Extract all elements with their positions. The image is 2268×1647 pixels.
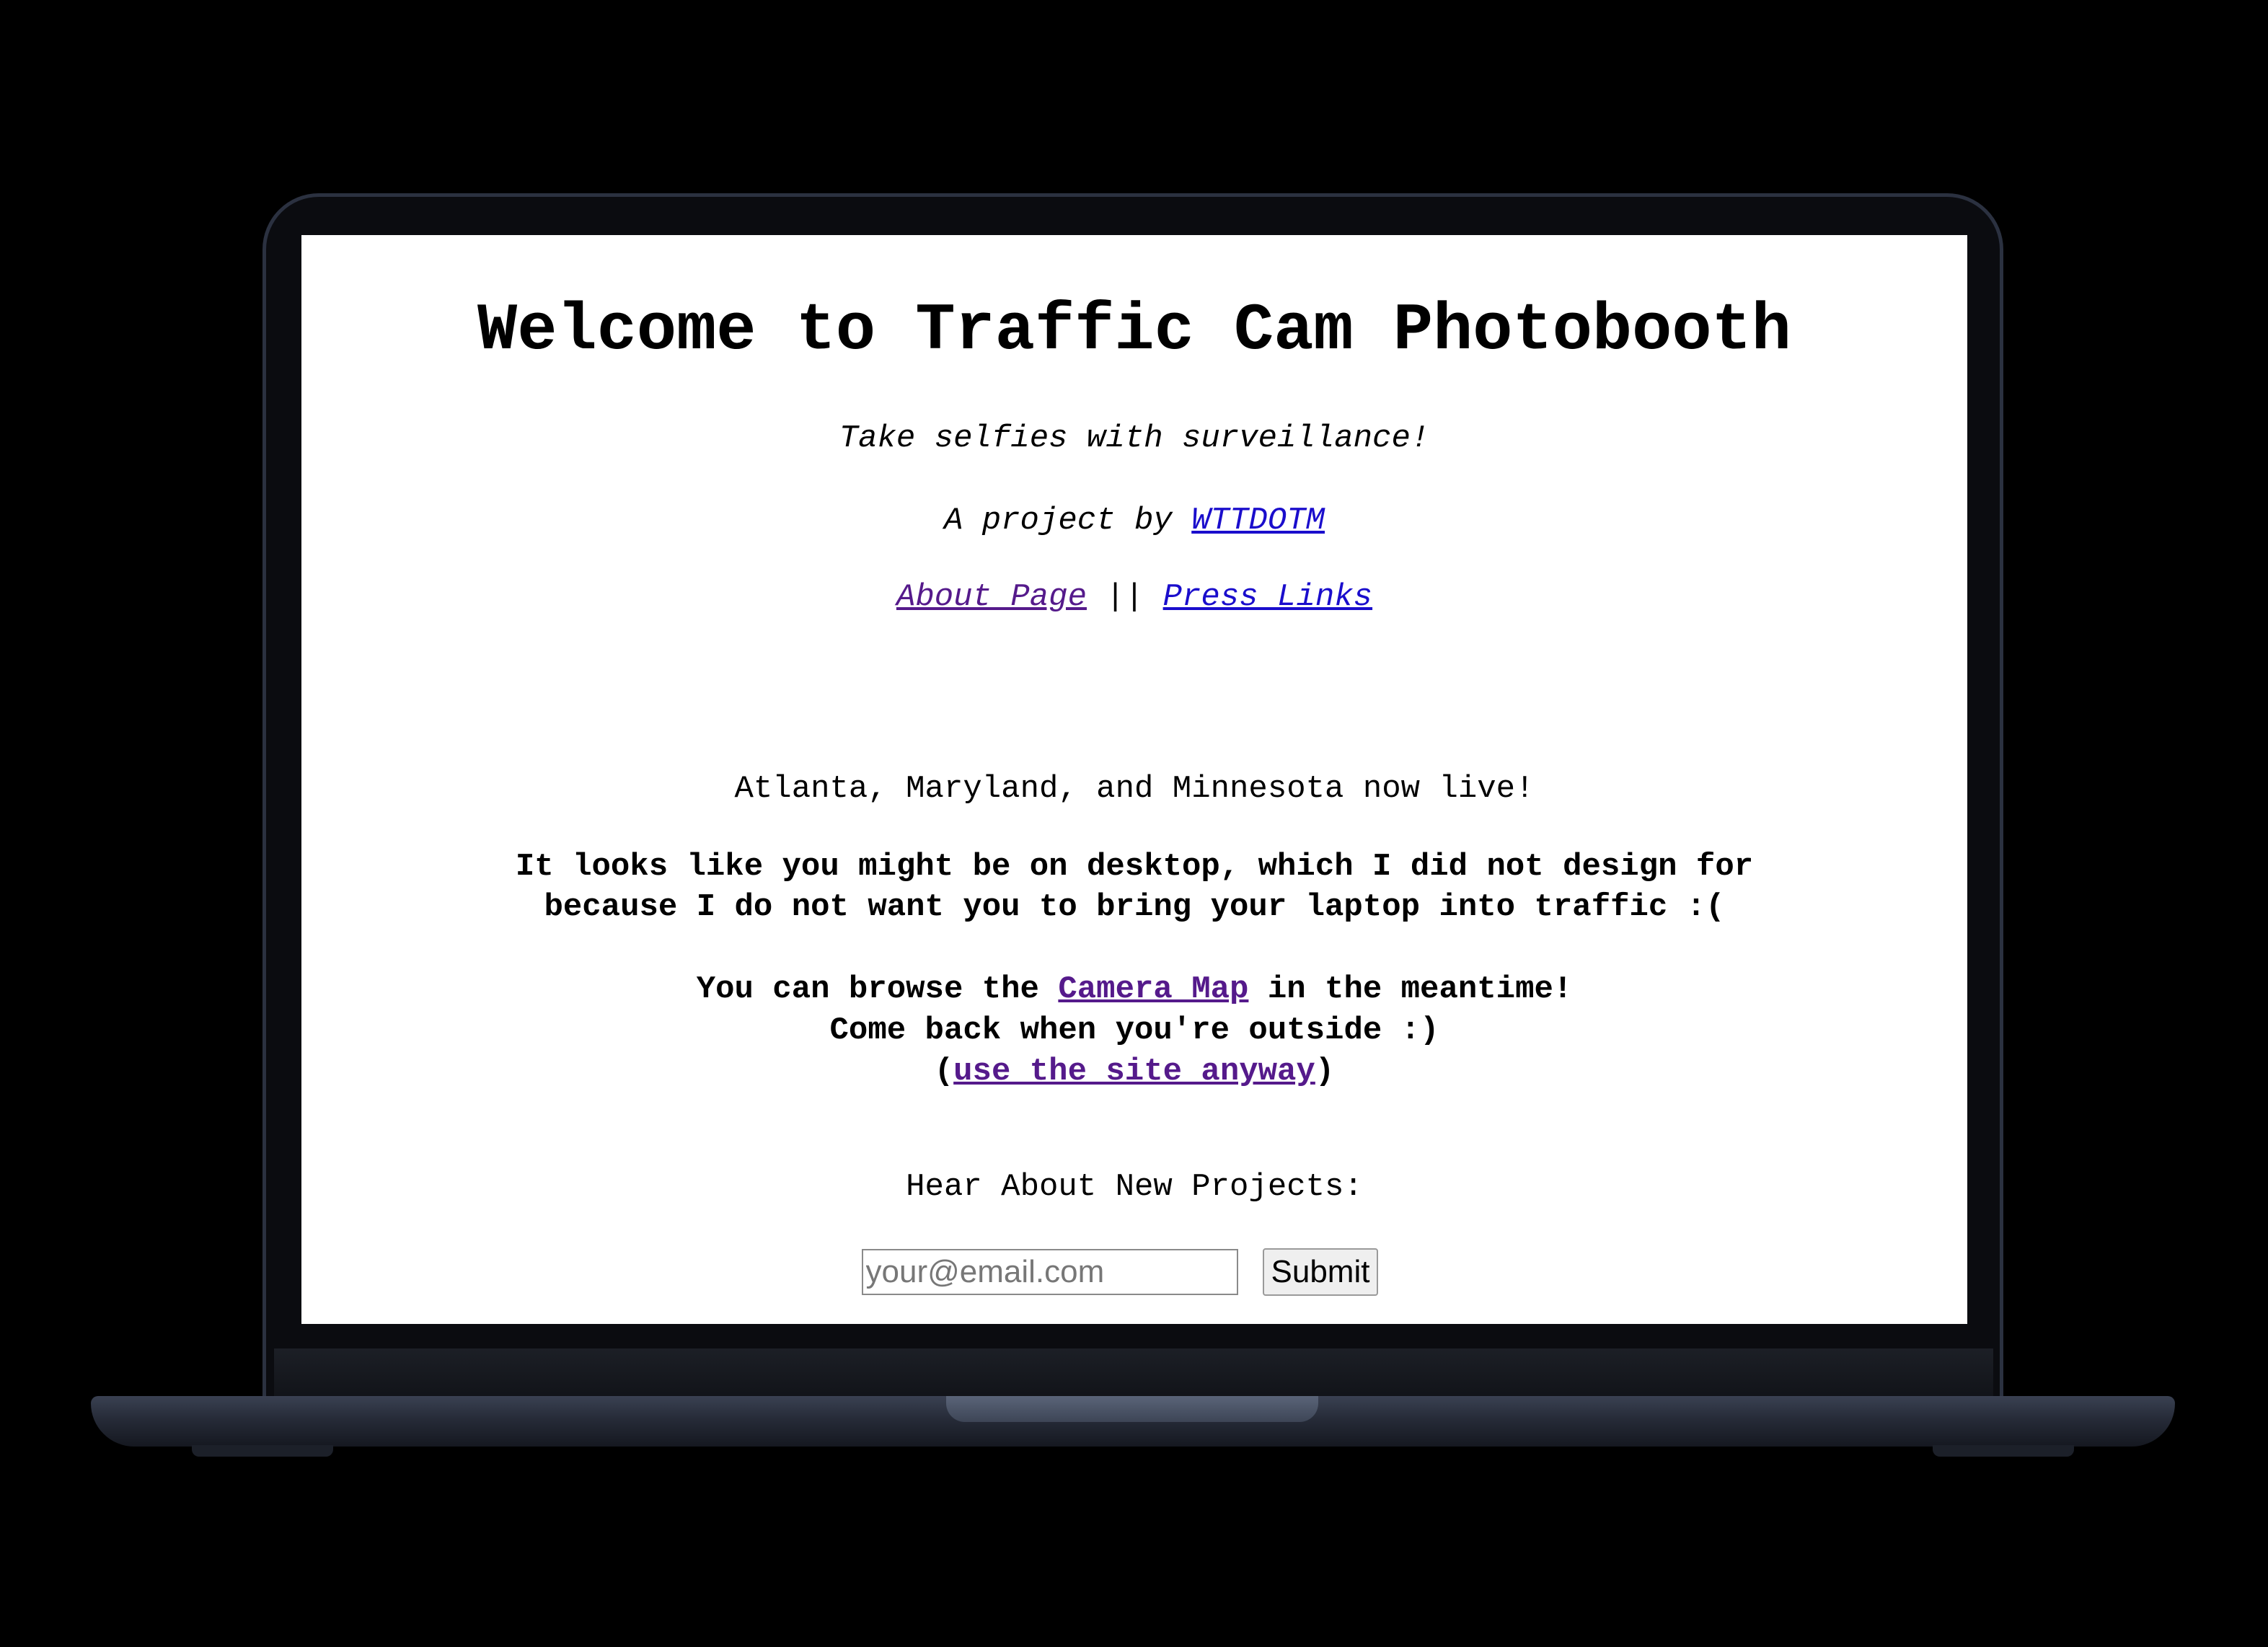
- browse-line: You can browse the Camera Map in the mea…: [301, 969, 1967, 1010]
- paren-open: (: [934, 1054, 954, 1090]
- newsletter-form: Submit: [301, 1248, 1967, 1297]
- submit-button[interactable]: Submit: [1262, 1248, 1379, 1296]
- desktop-warning: It looks like you might be on desktop, w…: [301, 847, 1967, 927]
- web-page: Welcome to Traffic Cam Photobooth Take s…: [301, 235, 1967, 1324]
- byline-prefix: A project by: [943, 503, 1192, 539]
- byline: A project by WTTDOTM: [301, 500, 1967, 541]
- newsletter-label: Hear About New Projects:: [906, 1169, 1363, 1205]
- wttdotm-link[interactable]: WTTDOTM: [1191, 503, 1325, 539]
- laptop-screen-chin: [274, 1348, 1993, 1399]
- come-back-line: Come back when you're outside :): [829, 1012, 1439, 1048]
- use-site-anyway-link[interactable]: use the site anyway: [953, 1054, 1315, 1090]
- tagline: Take selfies with surveillance!: [839, 420, 1430, 456]
- laptop-hinge-notch: [946, 1396, 1318, 1422]
- press-links-link[interactable]: Press Links: [1163, 579, 1372, 615]
- paren-close: ): [1315, 1054, 1335, 1090]
- about-page-link[interactable]: About Page: [896, 579, 1087, 615]
- browse-suffix: in the meantime!: [1248, 971, 1573, 1007]
- email-input[interactable]: [861, 1249, 1238, 1295]
- laptop-foot-right: [1933, 1445, 2074, 1457]
- nav-links: About Page || Press Links: [301, 577, 1967, 617]
- laptop-mockup-stage: Welcome to Traffic Cam Photobooth Take s…: [0, 0, 2268, 1647]
- desktop-warning-line-2: because I do not want you to bring your …: [544, 889, 1725, 925]
- browse-message: You can browse the Camera Map in the mea…: [301, 969, 1967, 1092]
- camera-map-link[interactable]: Camera Map: [1058, 971, 1248, 1007]
- browse-prefix: You can browse the: [696, 971, 1059, 1007]
- laptop-screen: Welcome to Traffic Cam Photobooth Take s…: [301, 235, 1967, 1324]
- announcement-text: Atlanta, Maryland, and Minnesota now liv…: [734, 771, 1535, 807]
- use-anyway-line: (use the site anyway): [301, 1051, 1967, 1092]
- laptop-foot-left: [192, 1445, 333, 1457]
- nav-separator: ||: [1086, 579, 1163, 615]
- page-title: Welcome to Traffic Cam Photobooth: [477, 293, 1791, 368]
- desktop-warning-line-1: It looks like you might be on desktop, w…: [515, 849, 1754, 885]
